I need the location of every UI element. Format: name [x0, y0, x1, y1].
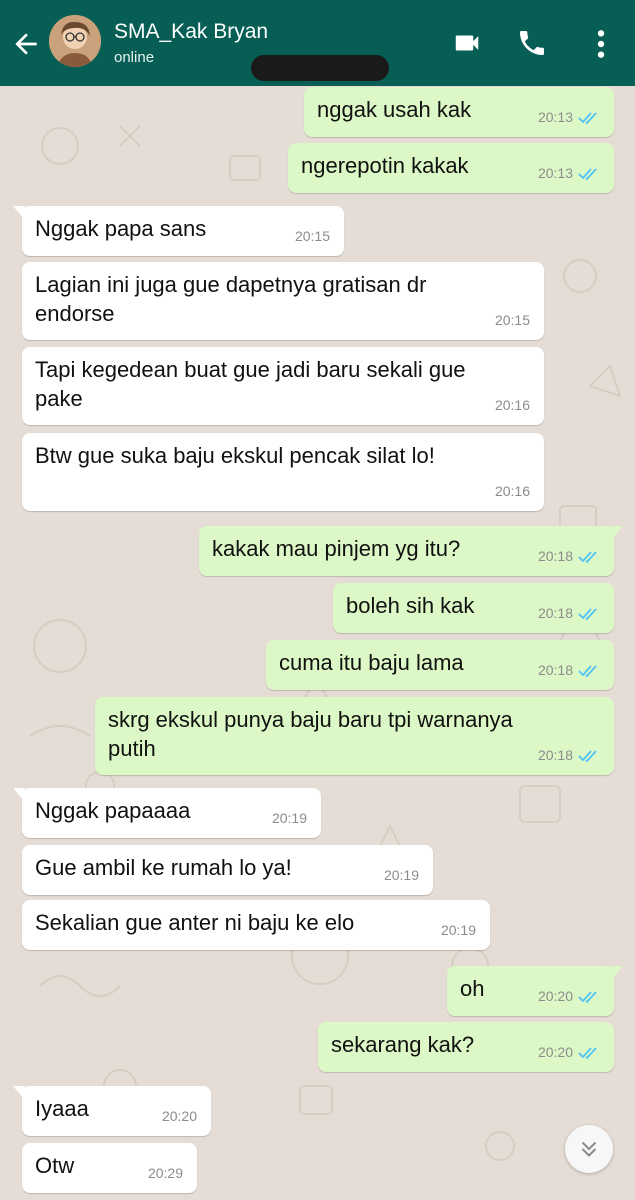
message-meta: 20:18: [538, 542, 600, 571]
double-check-icon: [578, 749, 597, 762]
incoming-message[interactable]: Iyaaa 20:20: [13, 1086, 211, 1136]
bubble-tail: [13, 1086, 25, 1100]
avatar-image: [49, 15, 101, 67]
message-text: Nggak papaaaa: [35, 798, 191, 823]
outgoing-message[interactable]: nggak usah kak 20:13: [304, 87, 614, 137]
outgoing-message[interactable]: skrg ekskul punya baju baru tpi warnanya…: [95, 697, 614, 775]
message-text: Nggak papa sans: [35, 216, 207, 241]
incoming-message[interactable]: Otw 20:29: [22, 1143, 197, 1193]
chevron-double-down-icon: [581, 1141, 597, 1157]
message-time: 20:20: [161, 1108, 197, 1124]
incoming-message[interactable]: Nggak papa sans 20:15: [13, 206, 344, 256]
message-time: 20:19: [271, 810, 307, 826]
message-time: 20:18: [537, 747, 573, 763]
scroll-to-bottom-button[interactable]: [565, 1125, 613, 1173]
message-meta: 20:19: [384, 861, 419, 890]
outgoing-message[interactable]: ngerepotin kakak 20:13: [288, 143, 614, 193]
double-check-icon: [578, 111, 597, 124]
bubble-tail: [611, 966, 623, 980]
double-check-icon: [578, 607, 597, 620]
message-time: 20:13: [537, 165, 573, 181]
video-call-icon[interactable]: [448, 28, 486, 58]
message-meta: 20:18: [538, 656, 600, 685]
message-meta: 20:20: [538, 982, 600, 1011]
message-text: Sekalian gue anter ni baju ke elo: [35, 910, 355, 935]
message-time: 20:15: [294, 228, 330, 244]
contact-name[interactable]: SMA_Kak Bryan: [114, 20, 268, 44]
message-meta: 20:19: [272, 804, 307, 833]
message-time: 20:20: [537, 1044, 573, 1060]
double-check-icon: [578, 550, 597, 563]
message-time: 20:15: [494, 312, 530, 328]
incoming-message[interactable]: Tapi kegedean buat gue jadi baru sekali …: [22, 347, 544, 425]
message-time: 20:18: [537, 548, 573, 564]
message-meta: 20:15: [495, 306, 530, 335]
message-time: 20:29: [147, 1165, 183, 1181]
message-meta: 20:16: [495, 477, 530, 506]
message-text: Gue ambil ke rumah lo ya!: [35, 855, 292, 880]
message-meta: 20:18: [538, 599, 600, 628]
double-check-icon: [578, 167, 597, 180]
bubble-tail: [13, 788, 25, 802]
message-time: 20:19: [440, 922, 476, 938]
outgoing-message[interactable]: oh 20:20: [447, 966, 623, 1016]
redacted-overlay: [251, 55, 389, 81]
more-vert-icon[interactable]: [590, 28, 612, 60]
double-check-icon: [578, 990, 597, 1003]
incoming-message[interactable]: Sekalian gue anter ni baju ke elo 20:19: [22, 900, 490, 950]
message-meta: 20:15: [295, 222, 330, 251]
message-time: 20:20: [537, 988, 573, 1004]
message-meta: 20:16: [495, 391, 530, 420]
message-time: 20:16: [494, 397, 530, 413]
double-check-icon: [578, 664, 597, 677]
incoming-message[interactable]: Lagian ini juga gue dapetnya gratisan dr…: [22, 262, 544, 340]
message-meta: 20:20: [162, 1102, 197, 1131]
incoming-message[interactable]: Btw gue suka baju ekskul pencak silat lo…: [22, 433, 544, 511]
message-meta: 20:18: [538, 741, 600, 770]
incoming-message[interactable]: Gue ambil ke rumah lo ya! 20:19: [22, 845, 433, 895]
message-meta: 20:13: [538, 103, 600, 132]
double-check-icon: [578, 1046, 597, 1059]
contact-status: online: [114, 49, 155, 66]
message-time: 20:13: [537, 109, 573, 125]
message-text: Tapi kegedean buat gue jadi baru sekali …: [35, 357, 466, 411]
message-text: skrg ekskul punya baju baru tpi warnanya…: [108, 707, 513, 761]
bubble-tail: [611, 526, 623, 540]
outgoing-message[interactable]: cuma itu baju lama 20:18: [266, 640, 614, 690]
message-time: 20:19: [383, 867, 419, 883]
message-meta: 20:29: [148, 1159, 183, 1188]
message-text: Btw gue suka baju ekskul pencak silat lo…: [35, 443, 435, 468]
message-time: 20:18: [537, 605, 573, 621]
message-meta: 20:19: [441, 916, 476, 945]
bubble-tail: [13, 206, 25, 220]
outgoing-message[interactable]: kakak mau pinjem yg itu? 20:18: [199, 526, 623, 576]
message-meta: 20:13: [538, 159, 600, 188]
message-meta: 20:20: [538, 1038, 600, 1067]
outgoing-message[interactable]: sekarang kak? 20:20: [318, 1022, 614, 1072]
message-time: 20:16: [494, 483, 530, 499]
message-text: Lagian ini juga gue dapetnya gratisan dr…: [35, 272, 427, 326]
incoming-message[interactable]: Nggak papaaaa 20:19: [13, 788, 321, 838]
outgoing-message[interactable]: boleh sih kak 20:18: [333, 583, 614, 633]
message-time: 20:18: [537, 662, 573, 678]
chat-header: SMA_Kak Bryan online: [0, 0, 635, 86]
phone-icon[interactable]: [516, 27, 548, 59]
avatar[interactable]: [49, 15, 101, 67]
back-arrow-icon[interactable]: [10, 28, 42, 60]
